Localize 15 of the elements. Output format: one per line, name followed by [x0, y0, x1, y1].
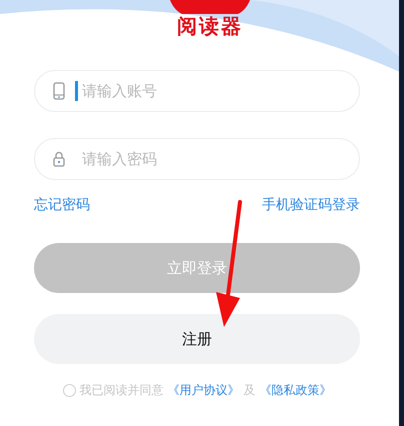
conjunction-text: 及	[244, 382, 256, 399]
agreement-text: 我已阅读并同意	[80, 382, 164, 399]
terms-link[interactable]: 《用户协议》	[168, 382, 240, 399]
text-link[interactable]: 忘记密码	[34, 196, 90, 214]
app-name: 阅读器	[177, 14, 243, 38]
logo-icon	[170, 0, 250, 14]
text-link[interactable]: 手机验证码登录	[262, 196, 360, 214]
lock-icon	[53, 151, 65, 167]
password-field[interactable]: 请输入密码	[75, 149, 341, 169]
input-field[interactable]: 请输入密码	[34, 138, 360, 180]
input-field[interactable]: 请输入账号	[34, 70, 360, 112]
register-button[interactable]: 注册	[34, 314, 360, 364]
account-field[interactable]: 请输入账号	[75, 81, 341, 101]
phone-icon	[53, 82, 65, 100]
privacy-link[interactable]: 《隐私政策》	[260, 382, 332, 399]
